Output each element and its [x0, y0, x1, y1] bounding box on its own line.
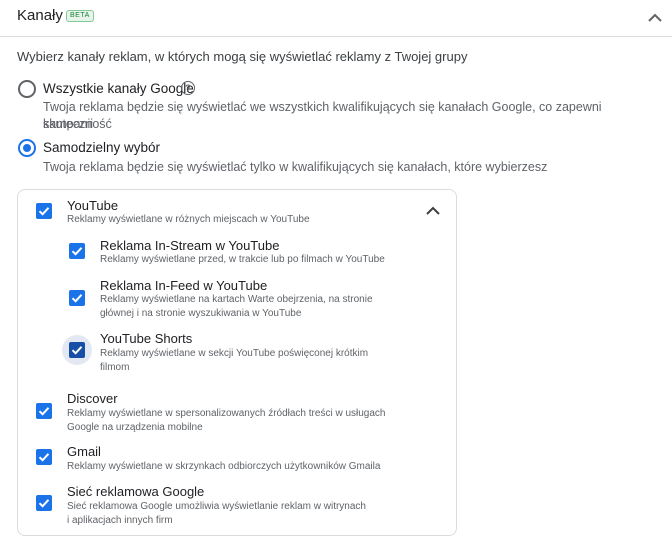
collapse-section-button[interactable] [642, 5, 668, 31]
section-title: Kanały [17, 7, 63, 24]
sub-shorts-label: YouTube Shorts [100, 331, 193, 346]
channel-display-desc-line2: i aplikacjach innych firm [67, 515, 173, 526]
sub-infeed-desc: Reklamy wyświetlane na kartach Warte obe… [100, 294, 373, 305]
check-icon [38, 207, 50, 216]
option-all-channels-label: Wszystkie kanały Google [43, 81, 194, 96]
check-icon [71, 294, 83, 303]
sub-instream-label: Reklama In-Stream w YouTube [100, 238, 280, 253]
channel-gmail-desc: Reklamy wyświetlane w skrzynkach odbiorc… [67, 461, 381, 472]
channel-display-desc: Sieć reklamowa Google umożliwia wyświetl… [67, 501, 366, 512]
option-all-channels-desc: Twoja reklama będzie się wyświetlać we w… [43, 100, 602, 131]
radio-manual-selection[interactable] [18, 139, 36, 157]
option-all-channels-desc-line2: kampanii [43, 117, 94, 131]
check-icon [38, 499, 50, 508]
checkbox-gmail[interactable] [36, 449, 52, 465]
check-icon [71, 247, 83, 256]
sub-shorts-desc-line2: filmom [100, 362, 130, 373]
sub-instream-desc: Reklamy wyświetlane przed, w trakcie lub… [100, 254, 385, 265]
check-icon [71, 346, 83, 355]
channel-discover-desc-line2: Google na urządzenia mobilne [67, 422, 203, 433]
radio-all-channels[interactable] [18, 80, 36, 98]
checkbox-display-network[interactable] [36, 495, 52, 511]
sub-infeed-desc-line2: głównej i na stronie wyszukiwania w YouT… [100, 308, 302, 319]
beta-badge: BETA [66, 10, 94, 22]
chevron-up-icon [648, 13, 662, 22]
channel-youtube-label: YouTube [67, 198, 119, 213]
checkbox-discover[interactable] [36, 403, 52, 419]
checkbox-youtube-shorts[interactable] [69, 342, 85, 358]
channel-discover-desc: Reklamy wyświetlane w spersonalizowanych… [67, 408, 386, 419]
check-icon [38, 453, 50, 462]
option-manual-label: Samodzielny wybór [43, 140, 161, 155]
checkbox-youtube[interactable] [36, 203, 52, 219]
channel-youtube-desc: Reklamy wyświetlane w różnych miejscach … [67, 214, 310, 225]
channel-gmail-label: Gmail [67, 444, 101, 459]
checkbox-youtube-instream[interactable] [69, 243, 85, 259]
check-icon [38, 407, 50, 416]
sub-shorts-desc: Reklamy wyświetlane w sekcji YouTube poś… [100, 348, 369, 359]
chevron-up-icon [426, 206, 440, 215]
option-manual-desc: Twoja reklama będzie się wyświetlać tylk… [43, 160, 548, 174]
youtube-collapse-button[interactable] [420, 198, 446, 224]
channel-display-label: Sieć reklamowa Google [67, 484, 205, 499]
checkbox-youtube-infeed[interactable] [69, 290, 85, 306]
channels-header: Kanały BETA [0, 0, 672, 37]
channel-discover-label: Discover [67, 391, 118, 406]
intro-text: Wybierz kanały reklam, w których mogą si… [17, 49, 468, 64]
help-icon[interactable]: ? [181, 81, 195, 95]
sub-infeed-label: Reklama In-Feed w YouTube [100, 278, 268, 293]
